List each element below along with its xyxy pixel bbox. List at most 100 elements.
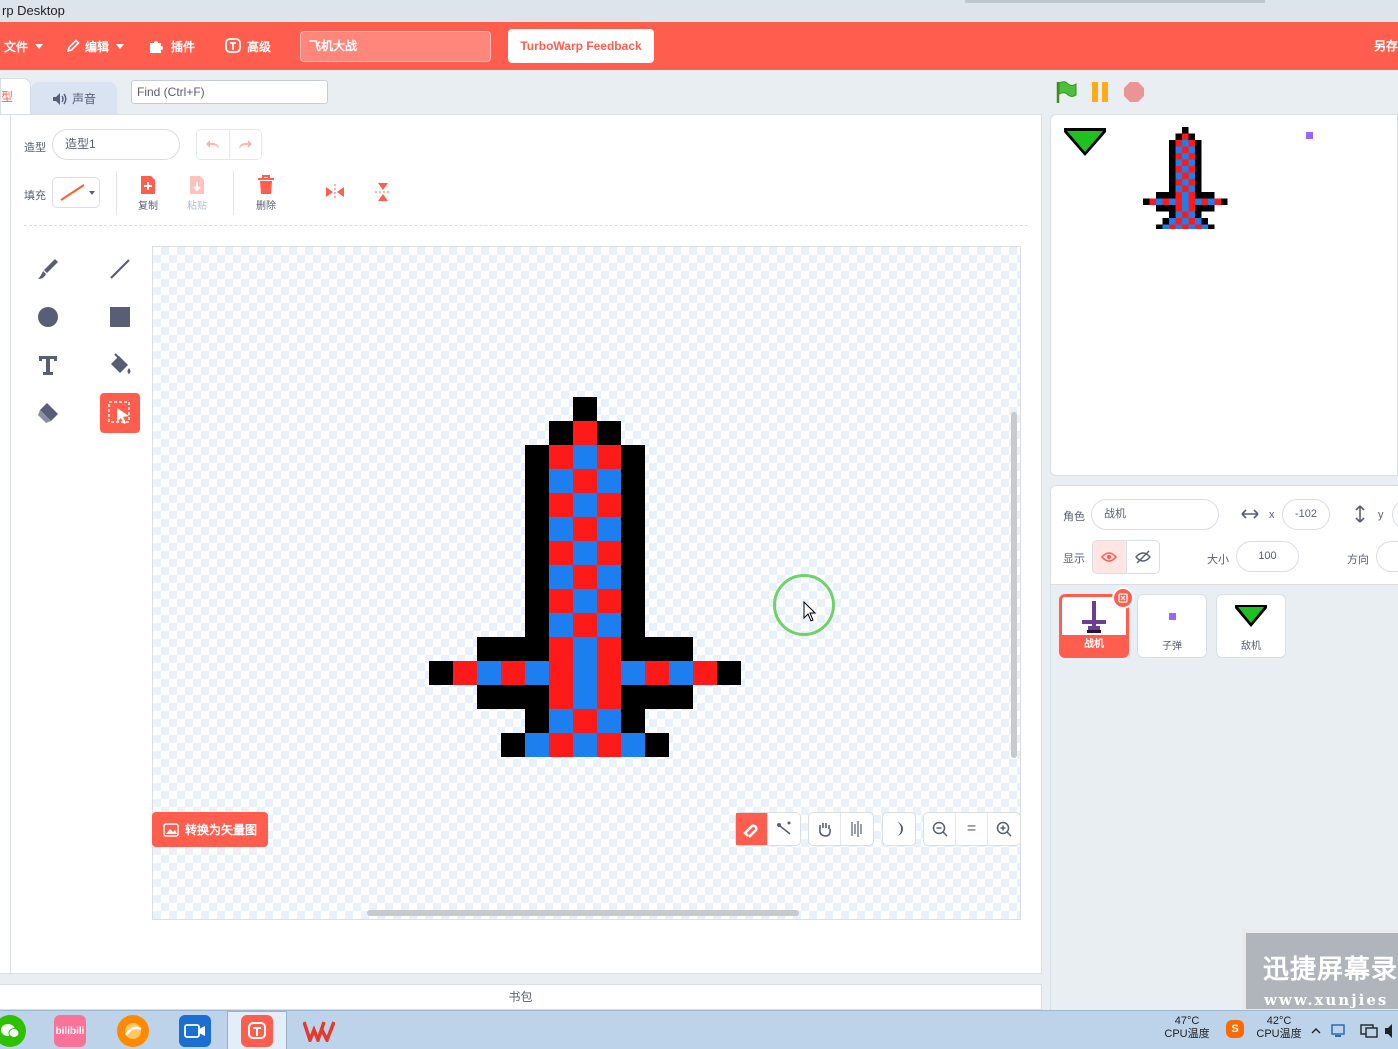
fill-color-picker[interactable] [52,177,100,208]
pixel [1188,146,1195,153]
network-icon[interactable] [1330,1023,1346,1039]
wps-icon[interactable] [303,1015,335,1047]
snap-points-button[interactable] [768,813,800,845]
tool-text[interactable] [28,345,68,385]
delete-button[interactable]: 删除 [246,175,286,212]
align-button[interactable] [841,813,873,845]
pixel [1208,198,1215,205]
wechat-icon[interactable] [0,1015,26,1047]
vertical-scrollbar[interactable] [1011,412,1017,758]
tab-costumes[interactable]: 型 [0,78,31,116]
pixel [1182,172,1189,179]
hand-button[interactable] [809,813,841,845]
pause-icon[interactable] [1088,80,1112,104]
pixel [1188,153,1195,160]
meeting-app-icon[interactable] [179,1015,211,1047]
tool-circle[interactable] [28,297,68,337]
fighter-thumbnail-icon [1082,601,1106,633]
sprite-label: 角色 [1063,511,1085,523]
pixel [1201,224,1208,229]
direction-input[interactable] [1376,541,1398,572]
tool-rectangle[interactable] [100,297,140,337]
zoom-in-button[interactable] [988,813,1020,845]
hide-button[interactable] [1127,541,1160,573]
sprite-tile-bullet[interactable]: 子弹 [1137,594,1207,658]
edit-menu[interactable]: 编辑 [66,22,125,70]
costume-label: 造型 [24,142,46,154]
show-button[interactable] [1093,541,1127,573]
pixel [1169,211,1176,218]
sogou-ime-icon[interactable]: S [1226,1020,1244,1038]
zoom-reset-button[interactable]: = [956,813,988,845]
pixel [1188,205,1195,212]
copy-button[interactable]: 复制 [128,175,168,212]
sprite-name-input[interactable]: 战机 [1091,499,1219,530]
pixel [1195,185,1202,192]
turbowarp-logo-icon [225,38,241,53]
pixel [1169,146,1176,153]
pixel [1195,159,1202,166]
zoom-out-button[interactable] [924,813,956,845]
chevron-up-icon[interactable] [1311,1027,1321,1035]
browser-icon[interactable] [117,1015,149,1047]
pixel [1221,198,1228,205]
pixel [1175,172,1182,179]
delete-sprite-button[interactable] [1112,587,1134,609]
tool-eraser[interactable] [28,393,68,433]
tool-line[interactable] [100,249,140,289]
size-label: 大小 [1207,554,1229,566]
undo-button[interactable] [197,130,230,159]
pixel [1162,224,1169,229]
y-input[interactable] [1392,499,1398,530]
x-input[interactable]: -102 [1282,499,1330,530]
addons-menu[interactable]: 插件 [148,22,195,70]
flip-horizontal-button[interactable] [315,183,355,203]
pixel [1169,192,1176,199]
cpu-temp-2-label: CPU温度 [1256,1028,1302,1040]
turbowarp-icon[interactable] [241,1015,273,1047]
costume-name-input[interactable]: 造型1 [52,129,180,160]
horizontal-scrollbar[interactable] [367,910,799,916]
pixel [1188,166,1195,173]
pixel [1195,179,1202,186]
pixel [1162,218,1169,225]
display-icon[interactable] [1360,1023,1378,1039]
copy-icon [141,176,155,194]
pixel [1188,198,1195,205]
theme-button[interactable] [883,813,915,845]
flip-vertical-button[interactable] [363,181,403,205]
file-menu[interactable]: 文件 [4,22,44,70]
advanced-menu[interactable]: 高级 [224,22,271,70]
backpack-bar[interactable]: 书包 [0,984,1042,1010]
sprite-name: 子弹 [1162,641,1182,652]
volume-icon[interactable] [1384,1023,1398,1039]
snap-button[interactable] [736,813,768,845]
tool-fill[interactable] [100,345,140,385]
sprite-tile-fighter[interactable]: 战机 [1059,587,1134,658]
redo-button[interactable] [230,130,262,159]
brush-icon [38,259,58,279]
snap-group [735,812,801,846]
project-title-input[interactable]: 飞机大战 [300,31,491,62]
pixel [1195,211,1202,218]
bilibili-icon[interactable]: bilibili [54,1015,86,1047]
tool-select[interactable] [100,393,140,433]
stage-controls [1054,80,1146,104]
stop-icon[interactable] [1122,80,1146,104]
paste-button[interactable]: 粘贴 [177,175,217,212]
sprite-tile-enemy[interactable]: 敌机 [1216,594,1286,658]
pixel [525,517,549,541]
tab-sounds[interactable]: 声音 [31,82,117,115]
stage-preview[interactable] [1050,114,1398,476]
feedback-button[interactable]: TurboWarp Feedback [508,29,654,63]
find-input[interactable]: Find (Ctrl+F) [131,80,328,104]
pixel [1175,211,1182,218]
watermark-url: www.xunjies [1264,991,1389,1009]
convert-to-vector-button[interactable]: 转换为矢量图 [152,812,268,847]
size-input[interactable]: 100 [1236,541,1299,572]
pixel [597,733,621,757]
pixel [1182,211,1189,218]
tool-brush[interactable] [28,249,68,289]
save-as-menu[interactable]: 另存 [1374,22,1398,70]
green-flag-icon[interactable] [1054,80,1078,104]
